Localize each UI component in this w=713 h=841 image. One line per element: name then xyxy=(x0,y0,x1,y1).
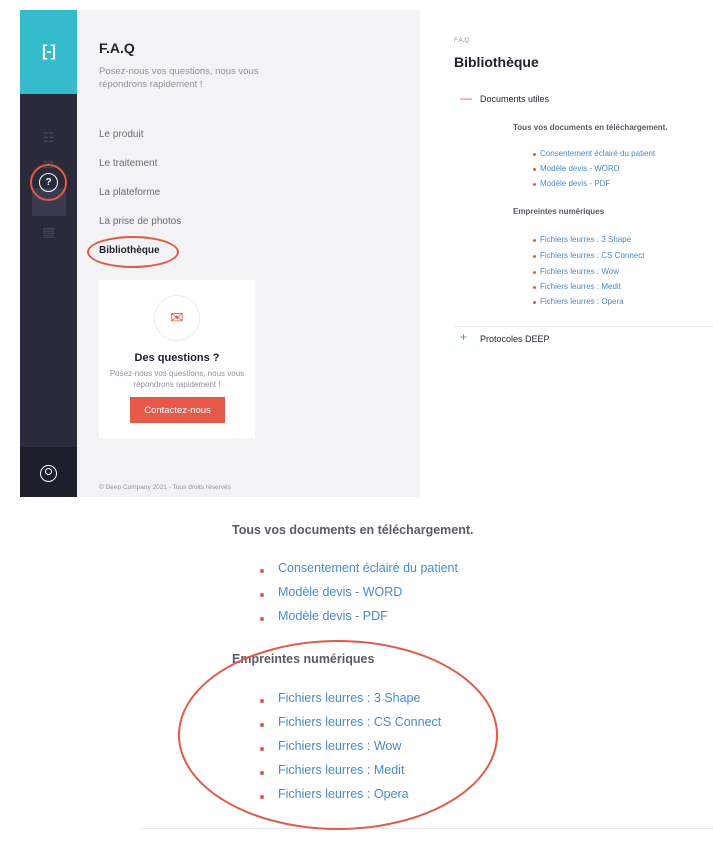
logo[interactable]: [-] xyxy=(20,10,77,94)
nav-item-traitement[interactable]: Le traitement xyxy=(99,158,157,169)
link-devis-pdf[interactable]: Modèle devis - PDF xyxy=(278,609,388,623)
bullet xyxy=(260,593,264,597)
bullet xyxy=(533,301,536,304)
link-consentement[interactable]: Consentement éclairé du patient xyxy=(540,149,655,158)
link-devis-pdf[interactable]: Modèle devis - PDF xyxy=(540,179,610,188)
app-screenshot: [-] ☷ ✉ ? ▤ F.A.Q Posez-nous vos questio… xyxy=(20,10,713,497)
collapse-icon[interactable]: — xyxy=(460,91,472,105)
group-heading-documents: Tous vos documents en téléchargement. xyxy=(232,523,474,537)
group-heading-empreintes: Empreintes numériques xyxy=(513,207,605,216)
section-title: Bibliothèque xyxy=(454,54,539,70)
icon-sidebar: [-] ☷ ✉ ? ▤ xyxy=(20,10,77,497)
link-medit[interactable]: Fichiers leurres : Medit xyxy=(540,282,621,291)
link-wow[interactable]: Fichiers leurres : Wow xyxy=(540,267,619,276)
link-opera[interactable]: Fichiers leurres : Opera xyxy=(540,297,624,306)
nav-item-produit[interactable]: Le produit xyxy=(99,129,143,140)
list-icon[interactable]: ☷ xyxy=(20,126,77,150)
bullet xyxy=(533,239,536,242)
annotation-circle-bibliotheque xyxy=(87,236,179,268)
page-subtitle: Posez-nous vos questions, nous vous répo… xyxy=(99,66,259,90)
annotation-circle-empreintes xyxy=(178,640,498,830)
bullet xyxy=(533,286,536,289)
copyright-footer: © Deep Company 2021 - Tous droits réserv… xyxy=(99,484,231,491)
nav-item-plateforme[interactable]: La plateforme xyxy=(99,187,160,198)
annotation-circle-help xyxy=(30,164,67,201)
bullet xyxy=(260,569,264,573)
library-panel: F.A.Q Bibliothèque — Documents utiles To… xyxy=(420,10,713,497)
link-devis-word[interactable]: Modèle devis - WORD xyxy=(540,164,620,173)
nav-item-photos[interactable]: La prise de photos xyxy=(99,216,181,227)
bullet xyxy=(533,183,536,186)
link-3shape[interactable]: Fichiers leurres : 3 Shape xyxy=(540,235,631,244)
card-subtitle: Posez-nous vos questions, nous vous répo… xyxy=(109,369,245,389)
accordion-protocoles-deep[interactable]: Protocoles DEEP xyxy=(480,334,550,344)
divider xyxy=(140,828,713,829)
mail-edit-icon: ✉ xyxy=(155,296,199,340)
divider xyxy=(454,326,713,327)
contact-card: ✉ Des questions ? Posez-nous vos questio… xyxy=(99,280,255,438)
link-devis-word[interactable]: Modèle devis - WORD xyxy=(278,585,402,599)
bullet xyxy=(533,153,536,156)
page-title: F.A.Q xyxy=(99,40,135,56)
contact-button[interactable]: Contactez-nous xyxy=(130,397,225,423)
group-heading-documents: Tous vos documents en téléchargement. xyxy=(513,123,668,132)
expand-icon[interactable]: + xyxy=(460,330,467,344)
zoomed-detail: Tous vos documents en téléchargement. Co… xyxy=(90,510,713,830)
notification-icon[interactable]: ▤ xyxy=(20,220,77,244)
bullet xyxy=(260,617,264,621)
link-consentement[interactable]: Consentement éclairé du patient xyxy=(278,561,458,575)
link-cs-connect[interactable]: Fichiers leurres : CS Connect xyxy=(540,251,644,260)
accordion-documents-utiles[interactable]: Documents utiles xyxy=(480,94,549,104)
breadcrumb[interactable]: F.A.Q xyxy=(454,38,469,44)
bullet xyxy=(533,168,536,171)
card-title: Des questions ? xyxy=(134,352,220,364)
bullet xyxy=(533,271,536,274)
bullet xyxy=(533,255,536,258)
faq-panel: F.A.Q Posez-nous vos questions, nous vou… xyxy=(77,10,420,497)
user-icon[interactable] xyxy=(40,465,57,482)
